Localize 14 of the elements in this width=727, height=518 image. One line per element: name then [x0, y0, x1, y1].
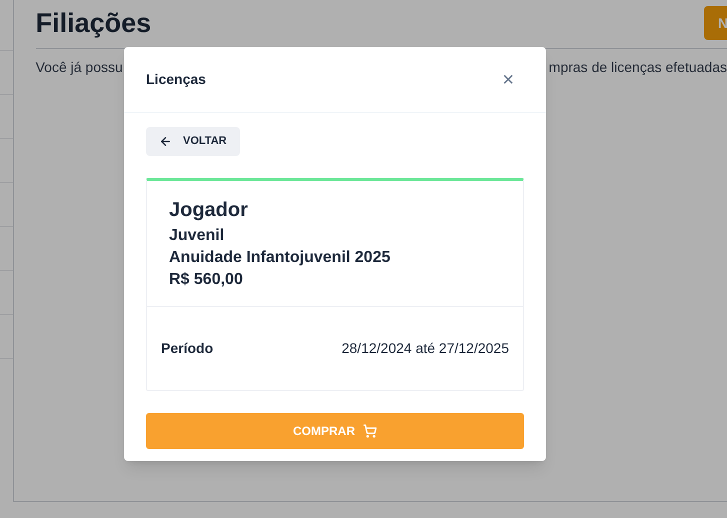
license-price: R$ 560,00 [169, 270, 244, 290]
back-arrow-icon [159, 135, 172, 148]
cart-icon [363, 424, 377, 438]
close-button[interactable]: × [502, 70, 514, 90]
license-name: Anuidade Infantojuvenil 2025 [169, 248, 392, 268]
license-level: Juvenil [169, 226, 226, 246]
back-button[interactable]: VOLTAR [146, 127, 240, 156]
license-category: Jogador [169, 198, 249, 223]
period-label: Período [161, 339, 214, 358]
dialog-title: Licenças [146, 70, 206, 89]
description-text: mpras de licenças efetuadas [548, 58, 727, 77]
period-value: 28/12/2024 até 27/12/2025 [342, 339, 509, 358]
page-title: Filiações [36, 7, 152, 40]
description-text: Você já possu [36, 58, 123, 77]
